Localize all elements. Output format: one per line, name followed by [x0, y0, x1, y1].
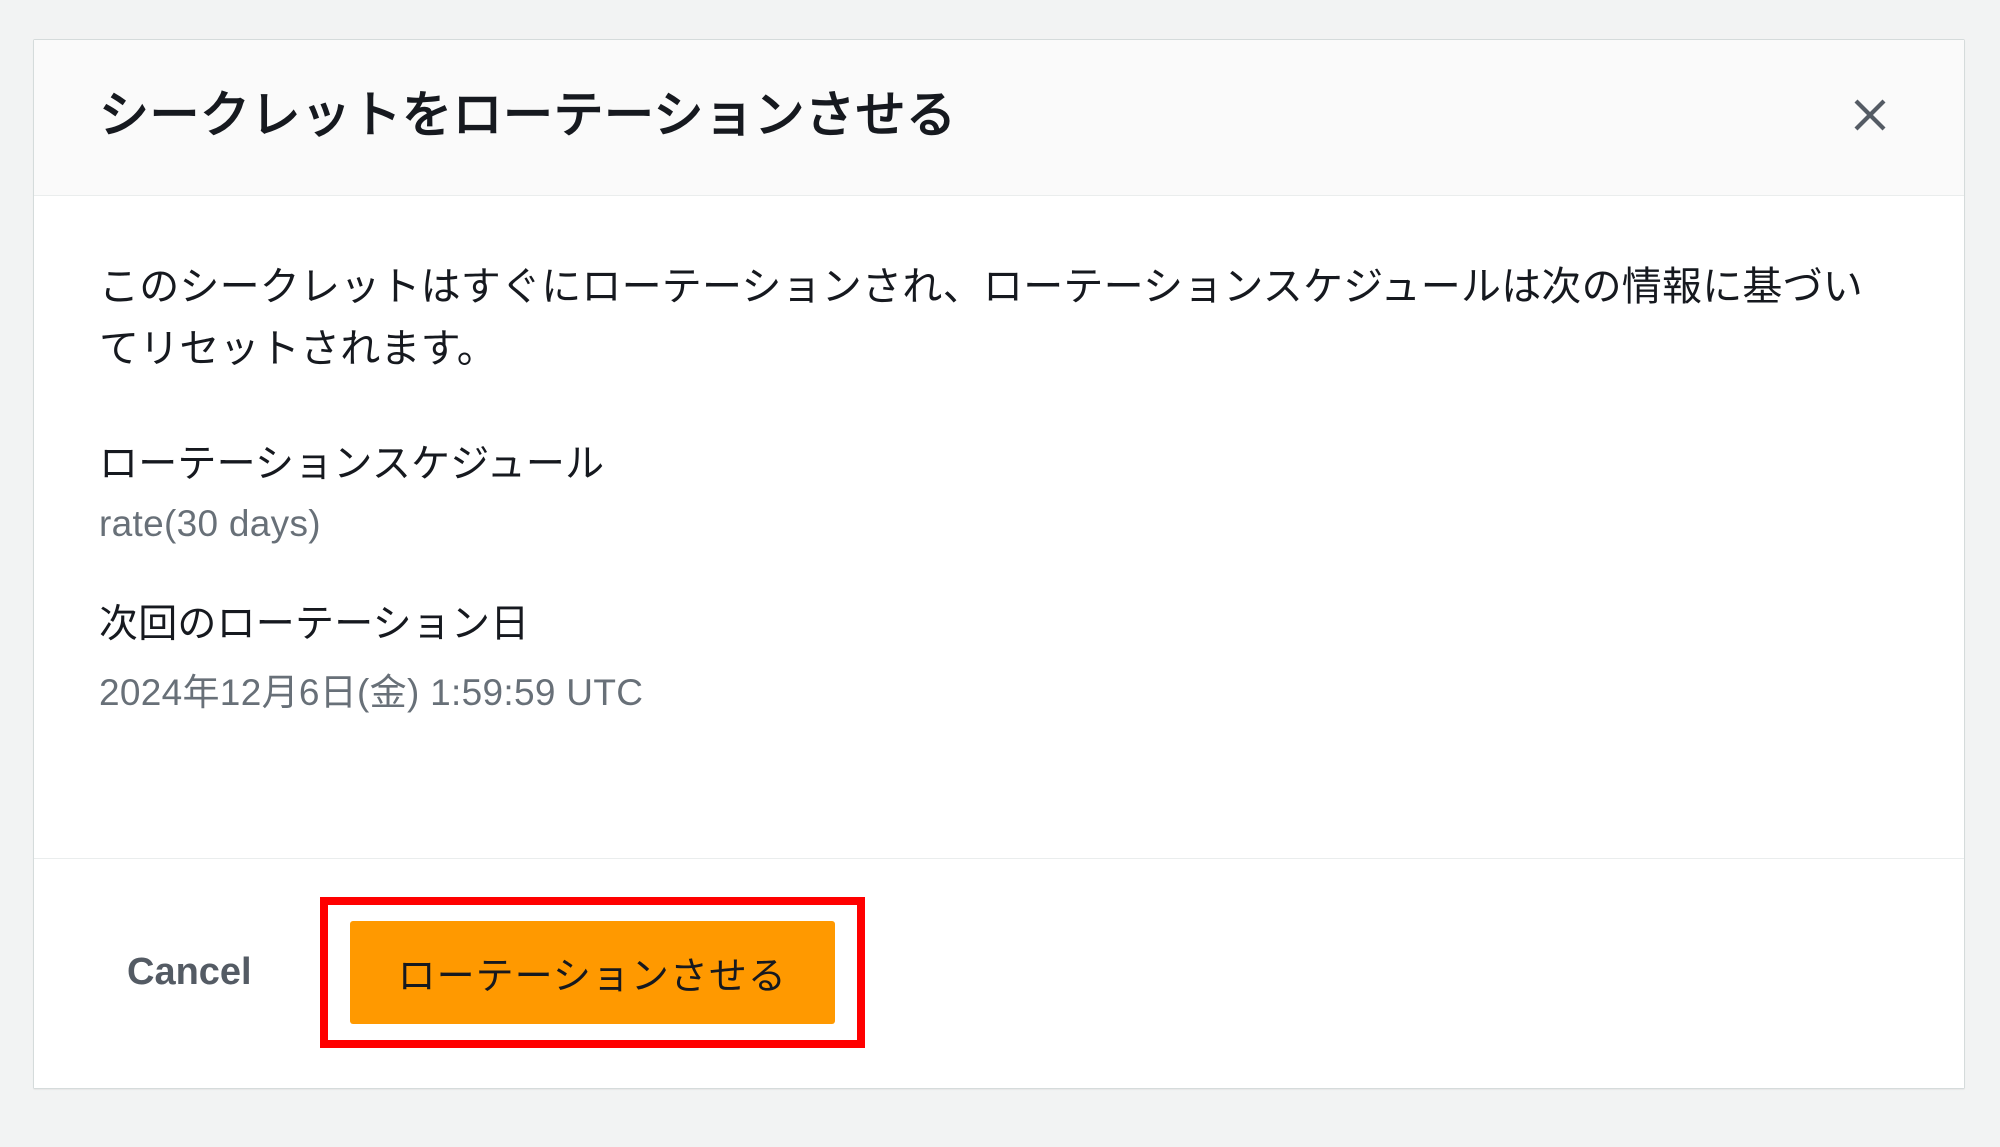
field-next-rotation: 次回のローテーション日 2024年12月6日(金) 1:59:59 UTC [99, 600, 1899, 717]
highlight-annotation: ローテーションさせる [320, 897, 865, 1048]
rotate-secret-modal: シークレットをローテーションさせる このシークレットはすぐにローテーションされ、… [33, 39, 1965, 1089]
modal-title: シークレットをローテーションさせる [99, 85, 957, 145]
next-rotation-label: 次回のローテーション日 [99, 600, 1899, 651]
rotation-schedule-label: ローテーションスケジュール [99, 440, 1899, 491]
modal-header: シークレットをローテーションさせる [34, 40, 1964, 196]
cancel-button[interactable]: Cancel [99, 941, 280, 1004]
modal-description: このシークレットはすぐにローテーションされ、ローテーションスケジュールは次の情報… [99, 256, 1899, 380]
rotate-button[interactable]: ローテーションさせる [350, 921, 835, 1024]
close-button[interactable] [1841, 86, 1899, 144]
modal-footer: Cancel ローテーションさせる [34, 858, 1964, 1088]
next-rotation-value: 2024年12月6日(金) 1:59:59 UTC [99, 662, 1899, 716]
modal-body: このシークレットはすぐにローテーションされ、ローテーションスケジュールは次の情報… [34, 196, 1964, 858]
close-icon [1849, 94, 1891, 136]
rotation-schedule-value: rate(30 days) [99, 503, 1899, 545]
field-rotation-schedule: ローテーションスケジュール rate(30 days) [99, 440, 1899, 545]
